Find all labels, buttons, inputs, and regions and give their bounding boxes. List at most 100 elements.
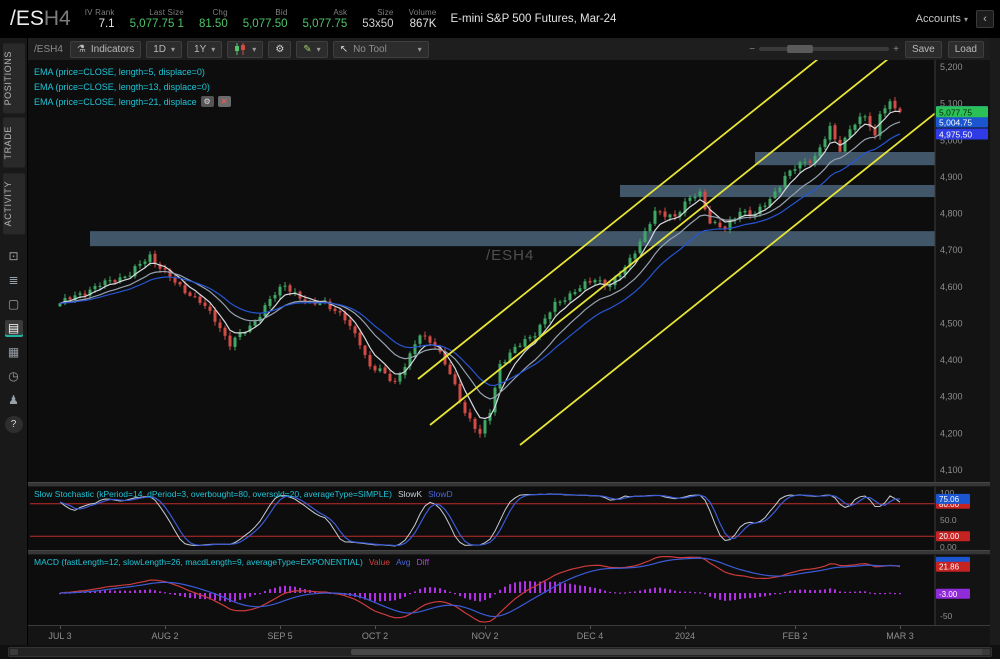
chart-settings-button[interactable]: ⚙ <box>268 41 291 58</box>
cursor-icon: ↖ <box>340 44 348 55</box>
zoom-out-icon[interactable]: − <box>749 44 755 55</box>
header-right: Accounts ▾ ‹ <box>916 10 1000 28</box>
accounts-dropdown[interactable]: Accounts ▾ <box>916 13 968 25</box>
chart-icon[interactable]: ▤ <box>5 320 23 337</box>
stat-label: IV Rank <box>85 8 115 17</box>
load-button[interactable]: Load <box>948 41 984 58</box>
time-tick-label: SEP 5 <box>267 631 292 641</box>
stat-label: Last Size <box>149 8 184 17</box>
scrollbar-track[interactable] <box>8 647 992 657</box>
time-tick-mark <box>590 626 591 629</box>
study-legend: EMA (price=CLOSE, length=5, displace=0) … <box>34 64 231 109</box>
price-tick-label: 4,900 <box>940 172 963 182</box>
stat-value: 5,077.75 <box>302 18 347 30</box>
save-button[interactable]: Save <box>905 41 942 58</box>
range-dropdown[interactable]: 1Y▾ <box>187 41 222 58</box>
gear-icon: ⚙ <box>275 44 284 55</box>
stat-label: Chg <box>212 8 227 17</box>
trading-platform-window: /ESH4 IV Rank7.1Last Size5,077.75 1Chg81… <box>0 0 1000 659</box>
svg-text:20.00: 20.00 <box>939 532 960 541</box>
time-tick-mark <box>375 626 376 629</box>
symbol-contract: H4 <box>44 7 71 30</box>
quote-stat-volume: Volume867K <box>409 8 437 30</box>
sidebar-tab-activity[interactable]: ACTIVITY <box>3 173 25 234</box>
stat-value: 5,077.75 1 <box>130 18 184 30</box>
zoom-in-icon[interactable]: + <box>893 44 899 55</box>
quote-stats: IV Rank7.1Last Size5,077.75 1Chg81.50Bid… <box>85 8 437 30</box>
chevron-down-icon: ▾ <box>964 15 968 24</box>
quote-stat-iv-rank: IV Rank7.1 <box>85 8 115 30</box>
trend-channel-line[interactable] <box>418 60 823 379</box>
stat-value: 53x50 <box>362 18 393 30</box>
price-chart-canvas[interactable]: /ESH45,2005,1005,0004,9004,8004,7004,600… <box>28 60 990 482</box>
chevron-down-icon: ▾ <box>252 45 256 54</box>
svg-text:-3.00: -3.00 <box>939 590 958 599</box>
flask-icon: ⚗ <box>77 44 86 55</box>
scrollbar-thumb[interactable] <box>351 649 987 655</box>
time-tick-label: JUL 3 <box>48 631 71 641</box>
chevron-down-icon: ▾ <box>211 45 215 54</box>
macd-tick-label: -50 <box>940 611 953 621</box>
time-tick-mark <box>280 626 281 629</box>
time-tick-mark <box>165 626 166 629</box>
chevron-down-icon: ▾ <box>171 45 175 54</box>
price-zone[interactable] <box>620 185 935 197</box>
time-tick-label: NOV 2 <box>471 631 498 641</box>
indicators-button[interactable]: ⚗ Indicators <box>70 41 141 58</box>
macd-panel[interactable]: MACD (fastLength=12, slowLength=26, macd… <box>28 555 990 625</box>
price-tick-label: 4,400 <box>940 355 963 365</box>
zoom-slider-thumb[interactable] <box>787 45 813 53</box>
chart-watermark: /ESH4 <box>486 247 534 264</box>
watchlist-icon[interactable]: ≣ <box>5 272 23 289</box>
quote-stat-last-size: Last Size5,077.75 1 <box>130 8 184 30</box>
price-zone[interactable] <box>90 231 935 246</box>
ema21-legend: EMA (price=CLOSE, length=21, displace ⚙ … <box>34 94 231 109</box>
active-tool-dropdown[interactable]: ↖ No Tool ▾ <box>333 41 429 58</box>
svg-text:21.86: 21.86 <box>939 563 960 572</box>
box-icon[interactable]: ▢ <box>5 296 23 313</box>
scroll-right-button[interactable] <box>982 649 990 655</box>
svg-text:75.06: 75.06 <box>939 495 960 504</box>
stochastic-tick-label: 50.0 <box>940 515 957 525</box>
trend-channel-line[interactable] <box>520 91 963 445</box>
time-tick-label: FEB 2 <box>782 631 807 641</box>
zoom-slider-track[interactable] <box>759 47 889 51</box>
price-plot[interactable]: /ESH4 <box>59 60 964 445</box>
study-remove-icon[interactable]: ✕ <box>218 96 231 107</box>
ema13-legend: EMA (price=CLOSE, length=13, displace=0) <box>34 79 231 94</box>
stochastic-panel[interactable]: Slow Stochastic (kPeriod=14, dPeriod=3, … <box>28 487 990 550</box>
help-icon[interactable]: ? <box>5 416 23 433</box>
users-icon[interactable]: ♟ <box>5 392 23 409</box>
interval-dropdown[interactable]: 1D▾ <box>146 41 182 58</box>
time-tick-mark <box>900 626 901 629</box>
sidebar-tab-trade[interactable]: TRADE <box>3 118 25 168</box>
svg-text:4,975.50: 4,975.50 <box>939 129 972 139</box>
stat-label: Bid <box>275 8 287 17</box>
stat-value: 5,077.50 <box>243 18 288 30</box>
monitor-icon[interactable]: ⊡ <box>5 248 23 265</box>
grid-icon[interactable]: ▦ <box>5 344 23 361</box>
chevron-down-icon: ▾ <box>418 45 422 54</box>
time-axis: JUL 3AUG 2SEP 5OCT 2NOV 2DEC 42024FEB 2M… <box>28 625 990 645</box>
study-settings-gear-icon[interactable]: ⚙ <box>201 96 214 107</box>
collapse-panel-button[interactable]: ‹ <box>976 10 994 28</box>
svg-text:5,077.75: 5,077.75 <box>939 107 972 117</box>
time-zoom-slider[interactable]: − + <box>749 44 899 55</box>
drawing-tools-dropdown[interactable]: ✎ ▾ <box>296 41 327 58</box>
svg-text:5,004.75: 5,004.75 <box>939 117 972 127</box>
price-chart-panel[interactable]: EMA (price=CLOSE, length=5, displace=0) … <box>28 60 990 482</box>
time-tick-mark <box>60 626 61 629</box>
price-zone[interactable] <box>755 152 935 165</box>
clock-icon[interactable]: ◷ <box>5 368 23 385</box>
horizontal-scrollbar[interactable] <box>0 645 1000 659</box>
scroll-left-button[interactable] <box>10 649 18 655</box>
sidebar-tab-positions[interactable]: POSITIONS <box>3 43 25 113</box>
stat-value: 7.1 <box>99 18 115 30</box>
candlestick-chart-icon <box>234 43 247 55</box>
price-tick-label: 4,800 <box>940 209 963 219</box>
time-tick-mark <box>685 626 686 629</box>
quote-stat-bid: Bid5,077.50 <box>243 8 288 30</box>
price-tick-label: 4,700 <box>940 245 963 255</box>
stochastic-legend: Slow Stochastic (kPeriod=14, dPeriod=3, … <box>34 489 453 499</box>
chart-type-dropdown[interactable]: ▾ <box>227 41 263 58</box>
